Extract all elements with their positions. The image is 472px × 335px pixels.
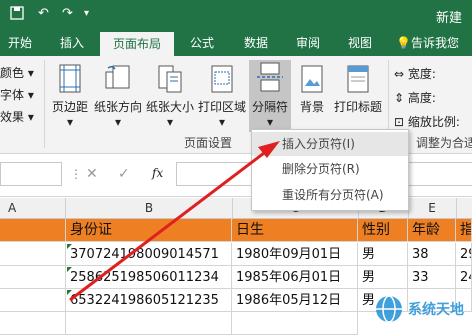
tutorial-arrow [69, 141, 280, 302]
